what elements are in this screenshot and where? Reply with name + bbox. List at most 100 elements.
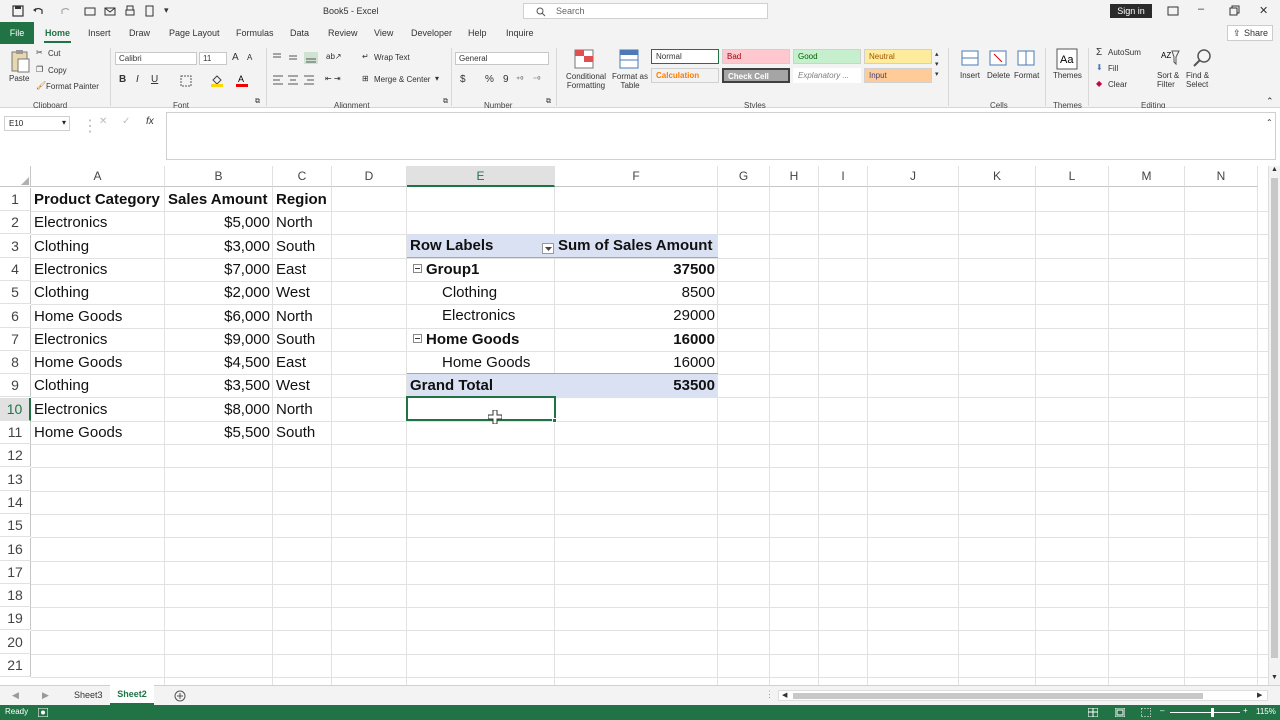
- pivot-item-value[interactable]: 29000: [555, 304, 718, 327]
- borders-icon[interactable]: [180, 75, 192, 87]
- product-cell[interactable]: Electronics: [31, 211, 165, 234]
- column-header-a[interactable]: A: [31, 166, 165, 187]
- row-header-2[interactable]: 2: [0, 211, 31, 235]
- scroll-down-icon[interactable]: ▼: [1271, 674, 1278, 681]
- redo-icon[interactable]: [60, 5, 72, 17]
- sheet-tab-sheet2[interactable]: Sheet2: [110, 685, 154, 705]
- fill-button[interactable]: Fill: [1108, 64, 1118, 73]
- zoom-level[interactable]: 115%: [1256, 707, 1276, 716]
- merge-icon[interactable]: ⊞: [362, 74, 369, 83]
- format-as-table-icon[interactable]: [618, 48, 642, 72]
- column-header-n[interactable]: N: [1185, 166, 1258, 187]
- share-button[interactable]: ⇪ Share: [1227, 25, 1273, 41]
- sales-cell[interactable]: $8,000: [165, 398, 273, 421]
- customize-quick-access-icon[interactable]: ▾: [164, 5, 169, 16]
- region-cell[interactable]: North: [273, 305, 332, 328]
- pivot-grand-total-value[interactable]: 53500: [555, 374, 718, 397]
- themes-icon[interactable]: Aa: [1056, 48, 1078, 70]
- insert-function-icon[interactable]: fx: [146, 116, 154, 127]
- horizontal-align-icons[interactable]: [271, 74, 321, 86]
- tab-split-grip-icon[interactable]: ⋮: [765, 689, 774, 700]
- clear-button[interactable]: Clear: [1108, 80, 1127, 89]
- product-cell[interactable]: Home Goods: [31, 305, 165, 328]
- tab-developer[interactable]: Developer: [411, 28, 452, 38]
- fill-icon[interactable]: ⬇: [1096, 63, 1103, 72]
- find-select-button[interactable]: Find & Select: [1186, 71, 1216, 89]
- fill-handle[interactable]: [552, 418, 557, 423]
- region-cell[interactable]: East: [273, 258, 332, 281]
- sales-cell[interactable]: $5,000: [165, 211, 273, 234]
- product-cell[interactable]: Clothing: [31, 235, 165, 258]
- column-header-d[interactable]: D: [332, 166, 407, 187]
- row-header-16[interactable]: 16: [0, 537, 31, 561]
- restore-icon[interactable]: [1228, 5, 1240, 17]
- insert-cells-icon[interactable]: [960, 49, 980, 69]
- close-icon[interactable]: ✕: [1259, 4, 1268, 17]
- row-header-21[interactable]: 21: [0, 654, 31, 677]
- merge-dropdown-icon[interactable]: ▾: [435, 74, 439, 83]
- pivot-row-labels-header[interactable]: Row Labels: [407, 234, 555, 257]
- pivot-item-label[interactable]: Clothing: [439, 281, 555, 304]
- row-header-7[interactable]: 7: [0, 327, 31, 351]
- product-cell[interactable]: Home Goods: [31, 351, 165, 374]
- confirm-entry-icon[interactable]: ✓: [122, 116, 130, 127]
- region-cell[interactable]: South: [273, 328, 332, 351]
- scroll-thumb[interactable]: [1271, 178, 1278, 658]
- tab-draw[interactable]: Draw: [129, 28, 150, 38]
- font-color-icon[interactable]: A: [235, 73, 249, 87]
- ribbon-display-icon[interactable]: [1167, 5, 1179, 17]
- wrap-text-icon[interactable]: ↵: [362, 52, 369, 61]
- row-header-12[interactable]: 12: [0, 444, 31, 468]
- sort-filter-button[interactable]: Sort & Filter: [1157, 71, 1187, 89]
- column-header-e[interactable]: E: [407, 166, 555, 187]
- sales-cell[interactable]: $7,000: [165, 258, 273, 281]
- format-cells-button[interactable]: Format: [1014, 71, 1039, 80]
- format-as-table-button[interactable]: Format as Table: [610, 72, 650, 90]
- copy-icon[interactable]: ❐: [36, 65, 43, 74]
- region-cell[interactable]: North: [273, 211, 332, 234]
- row-header-15[interactable]: 15: [0, 514, 31, 538]
- sort-filter-icon[interactable]: AZ: [1160, 48, 1180, 70]
- style-check-cell[interactable]: Check Cell: [722, 68, 790, 83]
- row-header-14[interactable]: 14: [0, 490, 31, 514]
- product-cell[interactable]: Electronics: [31, 398, 165, 421]
- underline-button[interactable]: U: [151, 74, 158, 85]
- zoom-slider[interactable]: [1170, 712, 1240, 713]
- print-icon[interactable]: [124, 5, 136, 17]
- bold-button[interactable]: B: [119, 74, 126, 85]
- next-sheet-icon[interactable]: ▶: [42, 690, 49, 701]
- region-cell[interactable]: West: [273, 281, 332, 304]
- select-all-corner[interactable]: [0, 166, 31, 187]
- row-header-5[interactable]: 5: [0, 281, 31, 305]
- tab-home[interactable]: Home: [45, 28, 70, 38]
- paste-icon[interactable]: [9, 48, 31, 74]
- product-cell[interactable]: Electronics: [31, 258, 165, 281]
- wrap-text-button[interactable]: Wrap Text: [374, 53, 410, 62]
- sales-cell[interactable]: $2,000: [165, 281, 273, 304]
- sign-in-button[interactable]: Sign in: [1110, 4, 1152, 18]
- tab-file[interactable]: File: [0, 22, 34, 44]
- row-header-18[interactable]: 18: [0, 584, 31, 608]
- column-header-f[interactable]: F: [555, 166, 718, 187]
- region-cell[interactable]: South: [273, 421, 332, 444]
- tab-help[interactable]: Help: [468, 28, 487, 38]
- vertical-scrollbar[interactable]: ▲ ▼: [1268, 166, 1280, 685]
- search-box[interactable]: Search: [523, 3, 768, 19]
- format-painter-icon[interactable]: 🖌: [36, 81, 46, 90]
- styles-scroll-icon[interactable]: ▴ ▾ ▾: [935, 50, 939, 80]
- pivot-value-header[interactable]: Sum of Sales Amount: [555, 234, 718, 257]
- product-cell[interactable]: Clothing: [31, 281, 165, 304]
- row-header-1[interactable]: 1: [0, 188, 31, 211]
- row-header-13[interactable]: 13: [0, 467, 31, 491]
- comma-button[interactable]: 9: [503, 74, 509, 85]
- row-header-17[interactable]: 17: [0, 560, 31, 584]
- sales-cell[interactable]: $3,500: [165, 374, 273, 397]
- vertical-align-icons[interactable]: [271, 52, 321, 64]
- zoom-slider-thumb[interactable]: [1211, 708, 1214, 717]
- page-break-view-icon[interactable]: [1141, 708, 1151, 717]
- new-sheet-icon[interactable]: [174, 690, 186, 702]
- sales-cell[interactable]: $3,000: [165, 235, 273, 258]
- product-cell[interactable]: Clothing: [31, 374, 165, 397]
- zoom-in-icon[interactable]: +: [1243, 706, 1248, 715]
- row-header-9[interactable]: 9: [0, 374, 31, 398]
